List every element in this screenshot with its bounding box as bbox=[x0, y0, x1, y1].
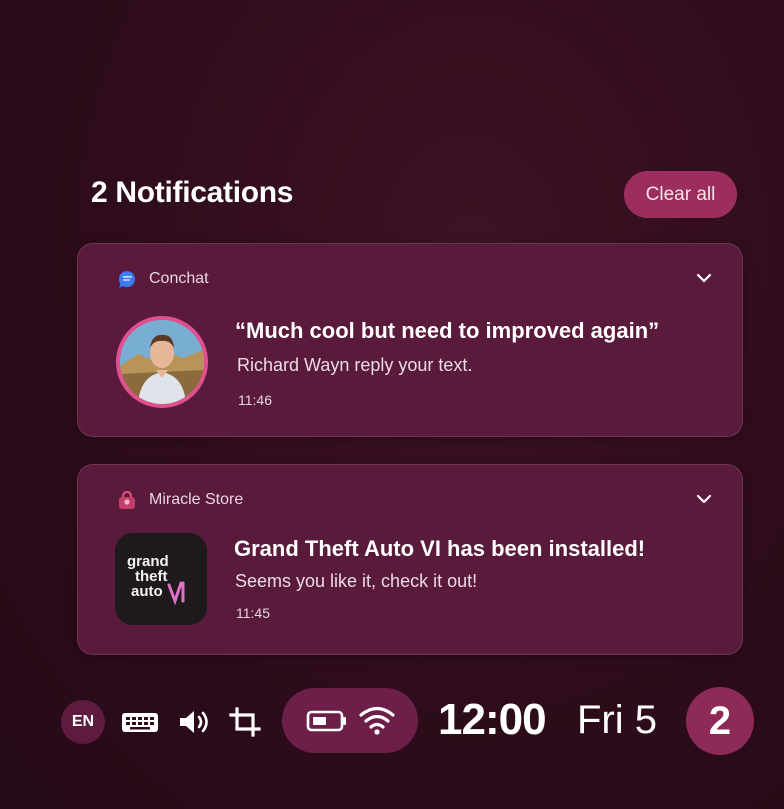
chevron-down-icon[interactable] bbox=[694, 268, 714, 288]
notification-title: Grand Theft Auto VI has been installed! bbox=[234, 536, 646, 561]
notification-count-badge[interactable]: 2 bbox=[686, 687, 754, 755]
app-name: Conchat bbox=[149, 270, 209, 287]
keyboard-icon[interactable] bbox=[120, 706, 160, 738]
notification-message: Richard Wayn reply your text. bbox=[237, 355, 473, 375]
notification-card-miracle-store[interactable]: Miracle Store grand theft auto Grand The… bbox=[77, 464, 743, 655]
battery-icon bbox=[306, 708, 348, 739]
notification-time: 11:46 bbox=[238, 392, 272, 408]
chat-bubble-icon bbox=[116, 268, 138, 290]
wifi-icon bbox=[358, 704, 396, 741]
notifications-title: 2 Notifications bbox=[91, 176, 294, 209]
notification-time: 11:45 bbox=[236, 605, 270, 621]
app-name: Miracle Store bbox=[149, 491, 244, 508]
chevron-down-icon[interactable] bbox=[694, 489, 714, 509]
logo-line-auto: auto bbox=[131, 583, 163, 600]
clear-all-button[interactable]: Clear all bbox=[624, 171, 737, 218]
app-header: Conchat bbox=[116, 268, 209, 290]
date[interactable]: Fri 5 bbox=[577, 698, 657, 743]
system-status-pill[interactable] bbox=[282, 688, 418, 753]
language-indicator[interactable]: EN bbox=[61, 700, 105, 744]
game-logo-icon: grand theft auto bbox=[115, 533, 207, 625]
volume-icon[interactable] bbox=[176, 706, 214, 738]
notification-title: “Much cool but need to improved again” bbox=[235, 318, 660, 343]
notification-message: Seems you like it, check it out! bbox=[235, 571, 478, 591]
store-bag-icon bbox=[116, 489, 138, 511]
crop-icon[interactable] bbox=[228, 706, 262, 738]
avatar bbox=[116, 316, 208, 408]
notification-card-conchat[interactable]: Conchat “Much cool but need to improved … bbox=[77, 243, 743, 437]
clock[interactable]: 12:00 bbox=[438, 695, 547, 745]
app-header: Miracle Store bbox=[116, 489, 243, 511]
